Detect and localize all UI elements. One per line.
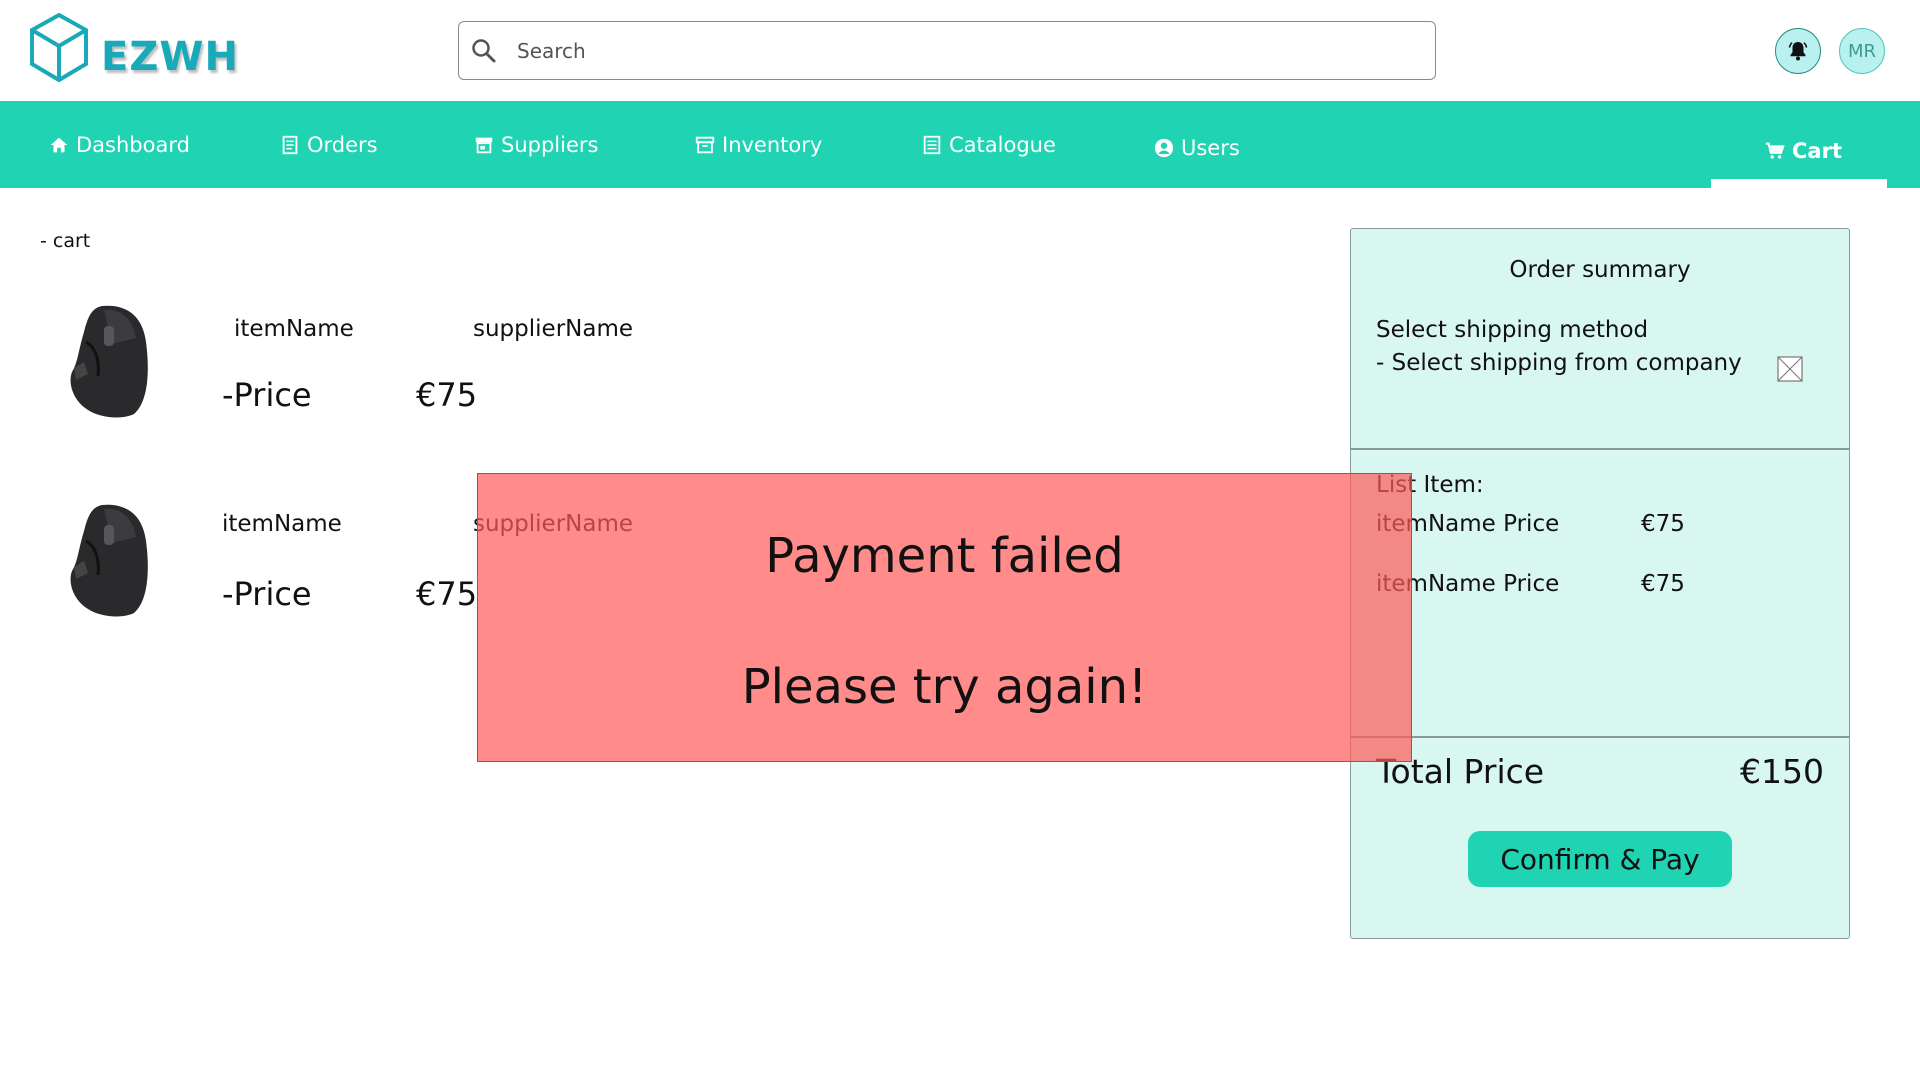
logo-text: EZWH [101,34,239,80]
summary-item-price: €75 [1641,511,1685,537]
item-price-label: -Price [222,376,312,414]
summary-item-price: €75 [1641,571,1685,597]
nav-item-catalogue[interactable]: Catalogue [921,101,1056,188]
receipt-icon [282,135,298,154]
confirm-pay-button[interactable]: Confirm & Pay [1468,831,1732,887]
nav-label: Catalogue [949,132,1056,157]
cube-logo-icon [30,12,88,83]
nav-label: Suppliers [501,132,599,157]
search-input[interactable] [517,30,1435,71]
error-title: Payment failed [765,528,1124,584]
error-message: Please try again! [741,659,1148,715]
nav-label: Dashboard [76,132,190,157]
total-price-value: €150 [1740,752,1824,791]
shipping-method-label: Select shipping method [1376,317,1649,343]
avatar-initials: MR [1847,40,1877,62]
search-bar[interactable] [458,21,1436,80]
item-name: itemName [222,511,342,537]
app-header: EZWH MR [0,0,1920,101]
nav-item-inventory[interactable]: Inventory [694,101,822,188]
breadcrumb: - cart [40,230,91,252]
nav-label: Orders [307,132,378,157]
shipping-checkbox[interactable] [1777,356,1803,382]
home-icon [50,137,68,152]
payment-error-modal[interactable]: Payment failed Please try again! [477,473,1412,762]
cart-icon [1765,142,1785,159]
archive-icon [695,136,715,153]
notifications-button[interactable] [1775,28,1821,74]
item-supplier: supplierName [473,316,634,342]
nav-item-orders[interactable]: Orders [279,101,378,188]
list-icon [923,135,941,154]
nav-item-suppliers[interactable]: Suppliers [473,101,598,188]
item-price-label: -Price [222,575,312,613]
nav-label: Cart [1792,138,1842,163]
summary-title: Order summary [1509,257,1691,283]
nav-item-users[interactable]: Users [1153,104,1240,191]
nav-label: Users [1181,135,1240,160]
nav-item-dashboard[interactable]: Dashboard [48,101,190,188]
active-tab-indicator [1711,179,1887,188]
item-name: itemName [234,316,354,342]
nav-label: Inventory [722,132,823,157]
divider [1351,448,1849,450]
user-circle-icon [1154,138,1174,157]
item-price: €75 [416,575,478,613]
item-price: €75 [416,376,478,414]
store-icon [475,137,493,153]
shipping-company-option: - Select shipping from company [1376,350,1742,376]
mouse-product-image [70,504,148,617]
search-icon [472,38,496,62]
order-summary-panel: Order summary Select shipping method - S… [1350,228,1850,939]
divider [1351,736,1849,738]
user-avatar[interactable]: MR [1839,28,1885,74]
bell-icon [1788,42,1808,61]
logo[interactable]: EZWH [28,12,238,86]
main-nav: Dashboard Orders Suppliers Inventory Cat… [0,101,1920,188]
mouse-product-image [70,305,148,418]
